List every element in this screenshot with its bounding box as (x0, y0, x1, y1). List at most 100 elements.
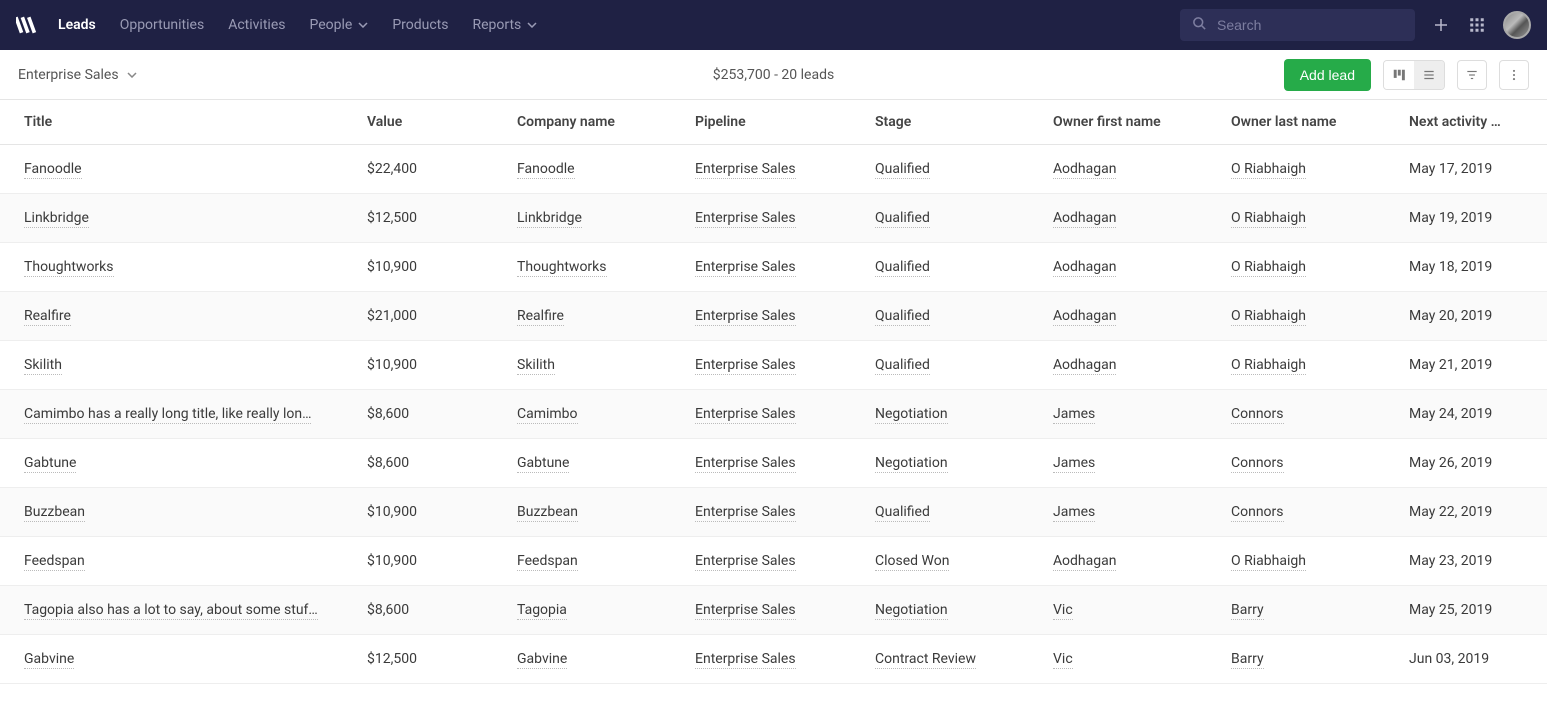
table-row[interactable]: Fanoodle$22,400FanoodleEnterprise SalesQ… (0, 145, 1547, 194)
cell-link-owner_last[interactable]: Barry (1231, 602, 1264, 620)
table-row[interactable]: Linkbridge$12,500LinkbridgeEnterprise Sa… (0, 194, 1547, 243)
table-row[interactable]: Feedspan$10,900FeedspanEnterprise SalesC… (0, 537, 1547, 586)
add-lead-button[interactable]: Add lead (1284, 59, 1371, 91)
table-row[interactable]: Thoughtworks$10,900ThoughtworksEnterpris… (0, 243, 1547, 292)
cell-link-title[interactable]: Buzzbean (24, 504, 85, 522)
cell-link-title[interactable]: Gabvine (24, 651, 74, 669)
cell-link-owner_first[interactable]: James (1053, 504, 1095, 522)
cell-link-company[interactable]: Camimbo (517, 406, 578, 424)
table-row[interactable]: Camimbo has a really long title, like re… (0, 390, 1547, 439)
cell-link-owner_first[interactable]: Vic (1053, 651, 1073, 669)
cell-link-title[interactable]: Camimbo has a really long title, like re… (24, 406, 311, 424)
cell-link-company[interactable]: Thoughtworks (517, 259, 607, 277)
cell-link-company[interactable]: Linkbridge (517, 210, 582, 228)
cell-link-title[interactable]: Fanoodle (24, 161, 82, 179)
cell-link-company[interactable]: Fanoodle (517, 161, 575, 179)
nav-link-activities[interactable]: Activities (228, 17, 285, 33)
column-header[interactable]: Next activity … (1397, 100, 1547, 145)
nav-link-products[interactable]: Products (392, 17, 448, 33)
column-header[interactable]: Title (0, 100, 355, 145)
cell-link-owner_last[interactable]: Connors (1231, 504, 1284, 522)
cell-link-company[interactable]: Tagopia (517, 602, 567, 620)
cell-link-owner_first[interactable]: Vic (1053, 602, 1073, 620)
cell-link-title[interactable]: Realfire (24, 308, 71, 326)
cell-link-title[interactable]: Linkbridge (24, 210, 89, 228)
cell-link-stage[interactable]: Closed Won (875, 553, 949, 571)
cell-link-pipeline[interactable]: Enterprise Sales (695, 455, 796, 473)
filter-button[interactable] (1457, 60, 1487, 90)
cell-link-owner_last[interactable]: O Riabhaigh (1231, 553, 1306, 571)
cell-link-pipeline[interactable]: Enterprise Sales (695, 308, 796, 326)
cell-link-owner_last[interactable]: O Riabhaigh (1231, 161, 1306, 179)
cell-link-owner_first[interactable]: James (1053, 406, 1095, 424)
nav-link-leads[interactable]: Leads (58, 17, 96, 33)
cell-link-company[interactable]: Gabtune (517, 455, 569, 473)
cell-link-stage[interactable]: Qualified (875, 259, 930, 277)
nav-link-reports[interactable]: Reports (472, 17, 537, 33)
cell-link-stage[interactable]: Negotiation (875, 455, 948, 473)
table-row[interactable]: Gabtune$8,600GabtuneEnterprise SalesNego… (0, 439, 1547, 488)
cell-link-pipeline[interactable]: Enterprise Sales (695, 553, 796, 571)
cell-link-owner_last[interactable]: O Riabhaigh (1231, 259, 1306, 277)
cell-link-pipeline[interactable]: Enterprise Sales (695, 602, 796, 620)
cell-link-owner_first[interactable]: Aodhagan (1053, 308, 1116, 326)
cell-link-owner_last[interactable]: O Riabhaigh (1231, 357, 1306, 375)
cell-link-pipeline[interactable]: Enterprise Sales (695, 504, 796, 522)
nav-link-people[interactable]: People (309, 17, 368, 33)
cell-link-stage[interactable]: Negotiation (875, 602, 948, 620)
leads-table-wrap[interactable]: TitleValueCompany namePipelineStageOwner… (0, 100, 1547, 704)
search-input[interactable] (1217, 17, 1403, 33)
cell-link-owner_first[interactable]: Aodhagan (1053, 210, 1116, 228)
cell-link-owner_first[interactable]: James (1053, 455, 1095, 473)
cell-link-owner_last[interactable]: O Riabhaigh (1231, 210, 1306, 228)
cell-link-stage[interactable]: Negotiation (875, 406, 948, 424)
table-row[interactable]: Skilith$10,900SkilithEnterprise SalesQua… (0, 341, 1547, 390)
column-header[interactable]: Value (355, 100, 505, 145)
search-box[interactable] (1180, 9, 1415, 41)
cell-link-pipeline[interactable]: Enterprise Sales (695, 259, 796, 277)
cell-link-stage[interactable]: Qualified (875, 210, 930, 228)
cell-link-title[interactable]: Gabtune (24, 455, 76, 473)
more-button[interactable] (1499, 60, 1529, 90)
cell-link-title[interactable]: Feedspan (24, 553, 85, 571)
cell-link-pipeline[interactable]: Enterprise Sales (695, 357, 796, 375)
cell-link-owner_first[interactable]: Aodhagan (1053, 259, 1116, 277)
column-header[interactable]: Pipeline (683, 100, 863, 145)
list-view-button[interactable] (1414, 61, 1444, 89)
table-row[interactable]: Buzzbean$10,900BuzzbeanEnterprise SalesQ… (0, 488, 1547, 537)
table-row[interactable]: Gabvine$12,500GabvineEnterprise SalesCon… (0, 635, 1547, 684)
avatar[interactable] (1503, 11, 1531, 39)
column-header[interactable]: Owner last name (1219, 100, 1397, 145)
cell-link-company[interactable]: Realfire (517, 308, 564, 326)
cell-link-title[interactable]: Tagopia also has a lot to say, about som… (24, 602, 318, 620)
column-header[interactable]: Company name (505, 100, 683, 145)
cell-link-company[interactable]: Skilith (517, 357, 555, 375)
cell-link-owner_first[interactable]: Aodhagan (1053, 357, 1116, 375)
cell-link-pipeline[interactable]: Enterprise Sales (695, 651, 796, 669)
cell-link-stage[interactable]: Qualified (875, 308, 930, 326)
cell-link-title[interactable]: Skilith (24, 357, 62, 375)
app-logo[interactable] (16, 14, 38, 36)
cell-link-owner_last[interactable]: Connors (1231, 406, 1284, 424)
cell-link-company[interactable]: Buzzbean (517, 504, 578, 522)
cell-link-company[interactable]: Gabvine (517, 651, 567, 669)
cell-link-title[interactable]: Thoughtworks (24, 259, 114, 277)
table-row[interactable]: Realfire$21,000RealfireEnterprise SalesQ… (0, 292, 1547, 341)
kanban-view-button[interactable] (1384, 61, 1414, 89)
add-icon[interactable] (1431, 15, 1451, 35)
cell-link-stage[interactable]: Contract Review (875, 651, 976, 669)
column-header[interactable]: Stage (863, 100, 1041, 145)
cell-link-owner_first[interactable]: Aodhagan (1053, 553, 1116, 571)
column-header[interactable]: Owner first name (1041, 100, 1219, 145)
table-row[interactable]: Tagopia also has a lot to say, about som… (0, 586, 1547, 635)
cell-link-company[interactable]: Feedspan (517, 553, 578, 571)
nav-link-opportunities[interactable]: Opportunities (120, 17, 205, 33)
cell-link-stage[interactable]: Qualified (875, 357, 930, 375)
cell-link-pipeline[interactable]: Enterprise Sales (695, 406, 796, 424)
pipeline-select[interactable]: Enterprise Sales (18, 67, 137, 83)
apps-icon[interactable] (1467, 15, 1487, 35)
cell-link-pipeline[interactable]: Enterprise Sales (695, 161, 796, 179)
cell-link-pipeline[interactable]: Enterprise Sales (695, 210, 796, 228)
cell-link-owner_first[interactable]: Aodhagan (1053, 161, 1116, 179)
cell-link-owner_last[interactable]: Connors (1231, 455, 1284, 473)
